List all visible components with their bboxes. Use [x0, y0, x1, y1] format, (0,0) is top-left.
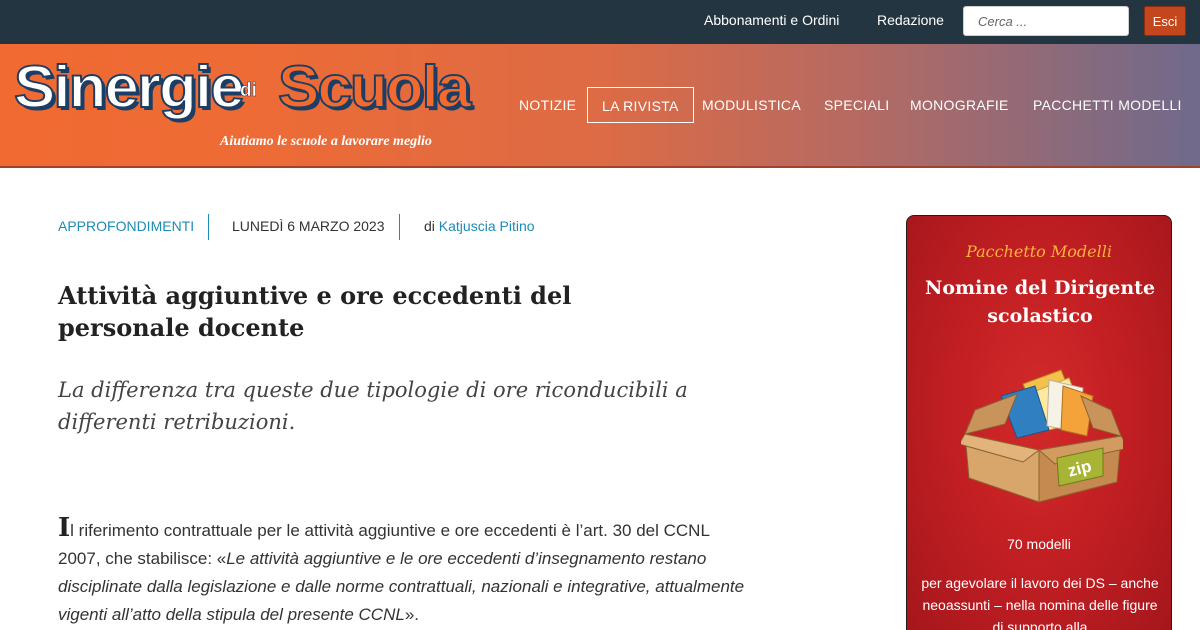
byline-prefix: di [424, 218, 435, 234]
nav-item-speciali[interactable]: SPECIALI [824, 87, 889, 123]
promo-kicker: Pacchetto Modelli [966, 242, 1112, 261]
search-input[interactable] [963, 6, 1129, 36]
meta-divider [208, 214, 209, 240]
logo-word-di: di [240, 80, 257, 102]
logo-word-sinergie: Sinergie [13, 54, 246, 121]
promo-card[interactable]: Pacchetto Modelli Nomine del Dirigente s… [906, 215, 1172, 630]
article-subtitle: La differenza tra queste due tipologie d… [58, 378, 688, 434]
nav-item-la-rivista[interactable]: LA RIVISTA [587, 87, 694, 123]
site-header: Sinergie di Scuola Aiutiamo le scuole a … [0, 44, 1200, 168]
promo-model-count: 70 modelli [1007, 536, 1071, 552]
editorial-link[interactable]: Redazione [877, 12, 944, 28]
author-link[interactable]: Katjuscia Pitino [439, 218, 535, 234]
nav-item-modulistica[interactable]: MODULISTICA [702, 87, 801, 123]
top-utility-bar: Abbonamenti e Ordini Redazione Esci [0, 0, 1200, 44]
publish-date: LUNEDÌ 6 MARZO 2023 [232, 218, 385, 234]
drop-cap: I [58, 513, 71, 543]
body-end: ». [404, 605, 419, 624]
category-link[interactable]: APPROFONDIMENTI [58, 218, 194, 234]
promo-headline: Nomine del Dirigente scolastico [924, 277, 1156, 327]
nav-item-pacchetti-modelli[interactable]: PACCHETTI MODELLI [1033, 87, 1182, 123]
byline: di Katjuscia Pitino [424, 218, 535, 234]
zip-box-icon: zip [961, 369, 1123, 503]
site-logo[interactable]: Sinergie di Scuola Aiutiamo le scuole a … [13, 54, 474, 159]
nav-item-monografie[interactable]: MONOGRAFIE [910, 87, 1009, 123]
subscriptions-orders-link[interactable]: Abbonamenti e Ordini [704, 12, 839, 28]
logout-button[interactable]: Esci [1144, 6, 1186, 36]
article-title: Attività aggiuntive e ore eccedenti del … [58, 281, 572, 342]
nav-item-notizie[interactable]: NOTIZIE [519, 87, 576, 123]
promo-description: per agevolare il lavoro dei DS – anche n… [921, 575, 1159, 630]
article-body-paragraph: Il riferimento contrattuale per le attiv… [58, 514, 748, 629]
meta-divider [399, 214, 400, 240]
logo-word-scuola: Scuola [277, 54, 472, 121]
logo-tagline: Aiutiamo le scuole a lavorare meglio [220, 134, 432, 149]
